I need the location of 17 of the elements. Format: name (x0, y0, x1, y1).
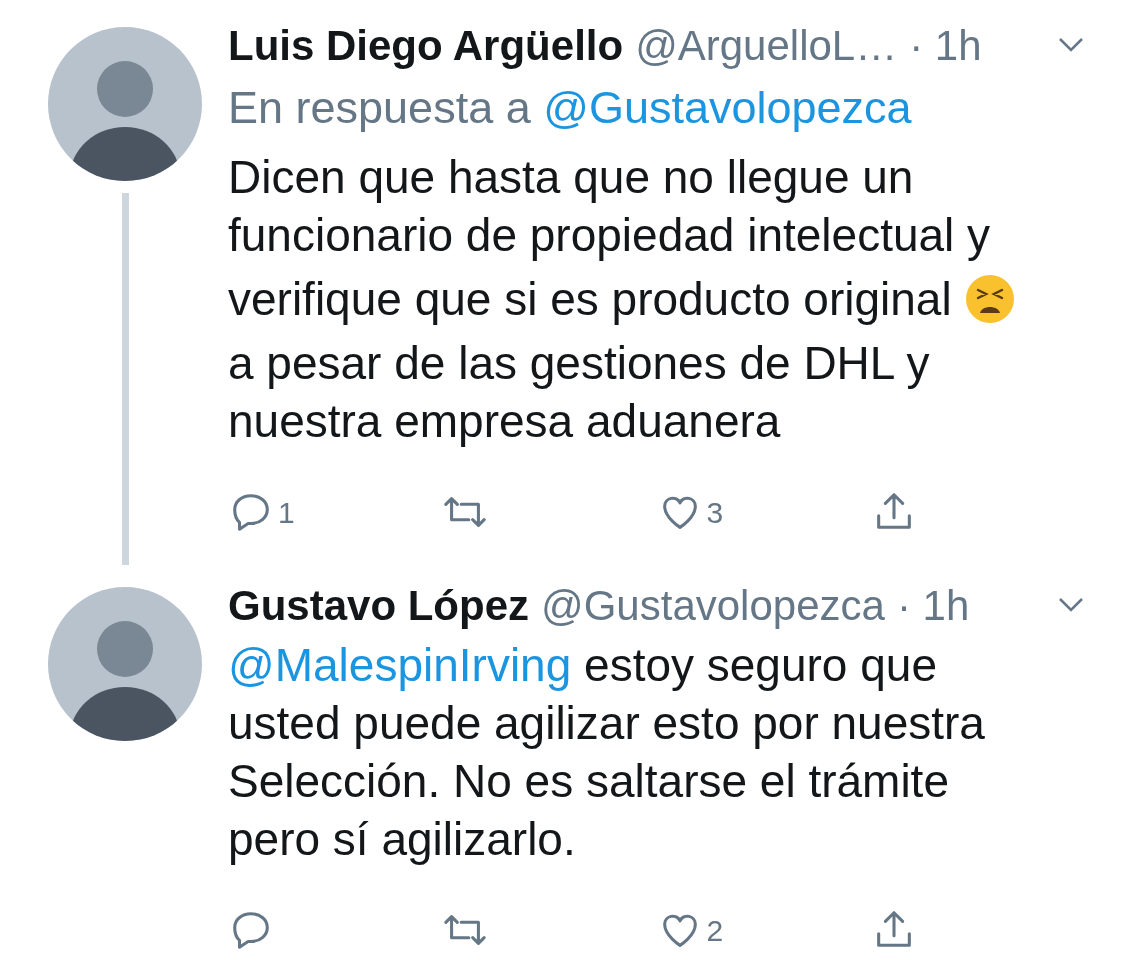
display-name[interactable]: Gustavo López (228, 573, 530, 637)
tired-face-icon (963, 273, 1016, 325)
reply-button[interactable]: 1 (228, 484, 295, 540)
tweet-time: · 1h (896, 580, 970, 631)
user-handle[interactable]: @Gustavolopezca (541, 573, 885, 637)
chevron-icon[interactable] (1057, 36, 1085, 54)
chevron-icon[interactable] (1057, 596, 1085, 614)
mention-link[interactable]: @Gustavolopezca (543, 82, 912, 133)
like-button[interactable]: 3 (656, 484, 724, 540)
tweet-time: · 1h (909, 20, 982, 71)
tweet-text: @MalespinIrving estoy seguro que usted puede agilizar esto por nuestra Selección. No es saltarse el trámite pero sí agilizarlo. (228, 638, 985, 867)
user-handle[interactable]: @ArguelloL… (635, 13, 898, 77)
reply-context: En respuesta a (228, 82, 531, 133)
tweet-text: Dicen que hasta que no llegue un funcionario de propiedad intelectual y verifique que si es producto original a pesar de las gestiones de DHL y nuestra empresa aduanera (228, 148, 1016, 450)
mention-link[interactable]: @MalespinIrving (228, 639, 572, 691)
like-button[interactable]: 2 (656, 902, 724, 958)
display-name[interactable]: Luis Diego Argüello (228, 13, 624, 77)
